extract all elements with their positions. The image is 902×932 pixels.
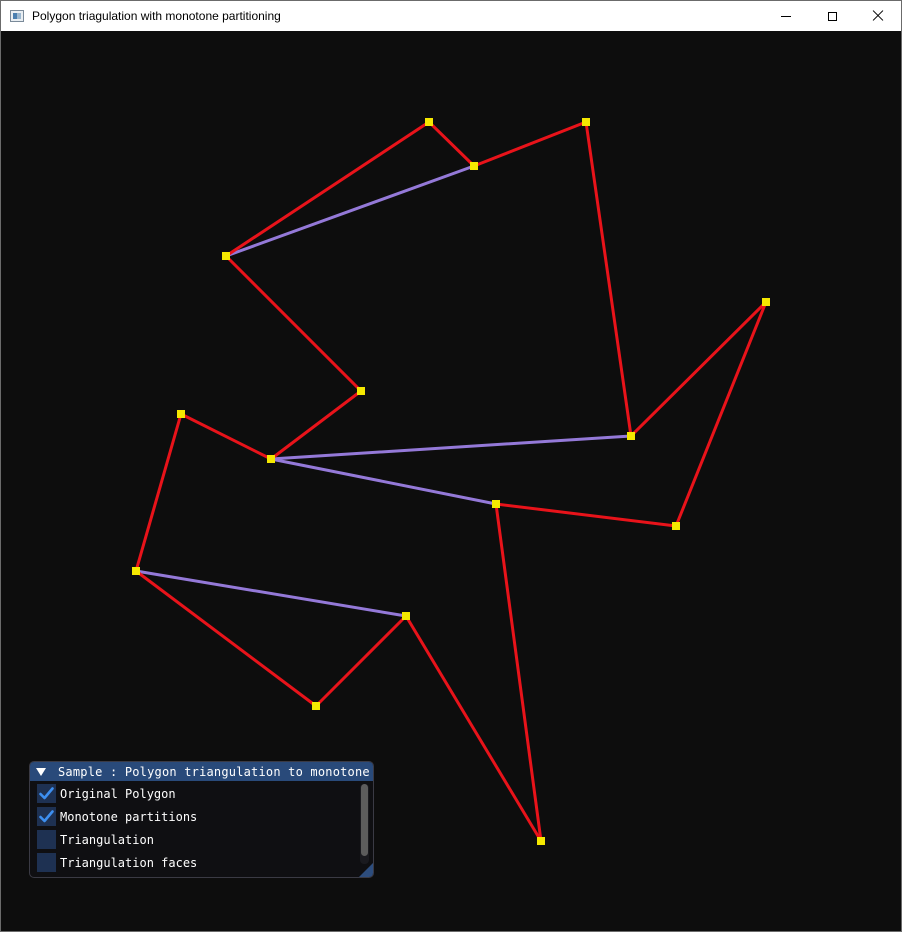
monotone-partition-edge	[269, 434, 633, 461]
checkbox-box[interactable]	[37, 853, 56, 872]
polygon-edge	[494, 502, 678, 528]
maximize-button[interactable]	[809, 1, 855, 31]
polygon-vertex[interactable]	[402, 612, 410, 620]
polygon-vertex[interactable]	[222, 252, 230, 260]
maximize-icon	[827, 11, 837, 21]
app-window-icon	[10, 10, 24, 22]
checkbox-box[interactable]	[37, 807, 56, 826]
polygon-edge	[472, 120, 588, 168]
checkbox-label: Triangulation	[60, 832, 154, 847]
app-window: Polygon triagulation with monotone parti…	[0, 0, 902, 932]
checkbox-triangulation-faces[interactable]: Triangulation faces	[37, 851, 360, 874]
window-title: Polygon triagulation with monotone parti…	[32, 9, 281, 23]
polygon-vertex[interactable]	[132, 567, 140, 575]
close-button[interactable]	[855, 1, 901, 31]
monotone-partition-edge	[269, 457, 498, 506]
minimize-button[interactable]	[763, 1, 809, 31]
polygon-edge	[179, 412, 273, 461]
close-icon	[872, 10, 884, 22]
checkmark-icon	[39, 810, 54, 823]
resize-grip-icon[interactable]	[359, 863, 373, 877]
panel-scrollbar[interactable]	[360, 784, 369, 864]
title-bar[interactable]: Polygon triagulation with monotone parti…	[1, 1, 901, 31]
polygon-vertex[interactable]	[537, 837, 545, 845]
panel-header[interactable]: Sample : Polygon triangulation to monoto…	[30, 762, 373, 781]
polygon-vertex[interactable]	[492, 500, 500, 508]
polygon-vertex[interactable]	[582, 118, 590, 126]
polygon-vertex[interactable]	[762, 298, 770, 306]
checkmark-icon	[39, 787, 54, 800]
checkbox-box[interactable]	[37, 830, 56, 849]
polygon-edge	[494, 502, 543, 843]
checkbox-label: Original Polygon	[60, 786, 176, 801]
polygon-edge	[427, 120, 476, 168]
polygon-edge	[404, 614, 543, 843]
panel-title: Sample : Polygon triangulation to monoto…	[58, 764, 373, 779]
monotone-partition-edge	[134, 569, 408, 618]
checkbox-label: Triangulation faces	[60, 855, 198, 870]
monotone-partition-edge	[224, 164, 476, 258]
polygon-vertex[interactable]	[672, 522, 680, 530]
polygon-edge	[674, 300, 768, 528]
polygon-edge	[134, 569, 318, 708]
polygon-edge	[314, 614, 408, 708]
polygon-edge	[629, 300, 768, 438]
window-controls	[763, 1, 901, 31]
polygon-vertex[interactable]	[425, 118, 433, 126]
polygon-edge	[584, 120, 633, 438]
scrollbar-thumb[interactable]	[361, 784, 368, 856]
minimize-icon	[781, 15, 791, 17]
checkbox-monotone-partitions[interactable]: Monotone partitions	[37, 805, 360, 828]
polygon-edge	[224, 120, 431, 258]
checkbox-original-polygon[interactable]: Original Polygon	[37, 782, 360, 805]
polygon-vertex[interactable]	[627, 432, 635, 440]
polygon-vertex[interactable]	[470, 162, 478, 170]
checkbox-label: Monotone partitions	[60, 809, 198, 824]
polygon-edge	[224, 254, 363, 393]
polygon-vertex[interactable]	[312, 702, 320, 710]
polygon-vertex[interactable]	[267, 455, 275, 463]
collapse-arrow-icon[interactable]	[36, 767, 46, 776]
polygon-vertex[interactable]	[177, 410, 185, 418]
polygon-edge	[269, 389, 363, 461]
checkbox-box[interactable]	[37, 784, 56, 803]
panel-body: Original Polygon Monotone partitions Tri…	[30, 782, 360, 874]
polygon-vertex[interactable]	[357, 387, 365, 395]
polygon-edge	[134, 412, 183, 573]
sample-panel: Sample : Polygon triangulation to monoto…	[29, 761, 374, 878]
checkbox-triangulation[interactable]: Triangulation	[37, 828, 360, 851]
